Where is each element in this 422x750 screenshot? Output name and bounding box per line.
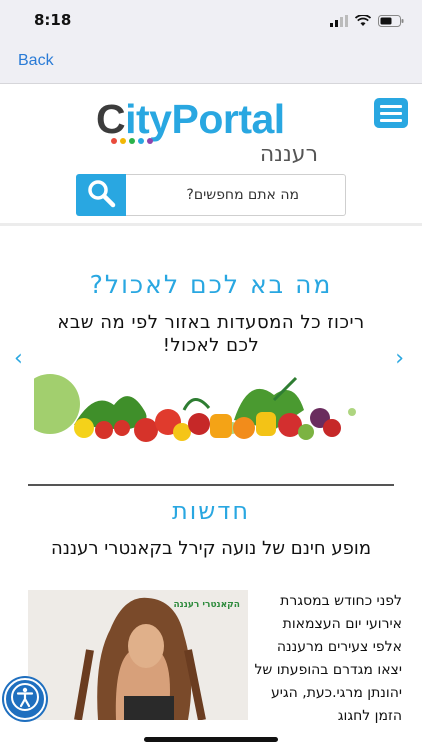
status-time: 8:18 [34,11,72,29]
logo-city-name: רעננה [259,142,318,167]
news-section-title: חדשות [171,497,251,525]
battery-icon [378,12,404,31]
search-input[interactable]: מה אתם מחפשים? [126,174,346,216]
hamburger-menu-button[interactable] [374,98,408,128]
news-body-text: לפני כחודש במסגרת אירועי יום העצמאות אלפ… [254,593,402,724]
menu-line [380,118,402,122]
status-icons [330,12,404,31]
home-indicator[interactable] [144,737,278,742]
food-carousel: מה בא לכם לאכול? ריכוז כל המסעדות באזור … [0,270,422,442]
status-bar: 8:18 [0,0,422,44]
carousel-prev-arrow-icon[interactable]: ‹ [14,346,23,371]
news-headline[interactable]: מופע חינם של נועה קירל בקאנטרי רעננה [30,537,392,561]
back-button[interactable]: Back [18,52,54,70]
news-article-image[interactable]: הקאנטרי רעננה [28,590,248,720]
food-section-title: מה בא לכם לאכול? [89,270,333,299]
logo-dots [111,138,153,144]
carousel-next-arrow-icon[interactable]: › [395,346,404,371]
cityportal-logo[interactable]: City Portal רעננה [96,98,326,167]
navigation-bar: Back [0,44,422,84]
accessibility-icon [10,682,40,716]
logo-part-1: C [96,96,126,142]
vegetables-banner-image[interactable] [34,370,384,442]
food-section-subtitle: ריכוז כל המסעדות באזור לפי מה שבא לכם לא… [57,312,365,356]
signal-icon [330,12,348,31]
menu-line [380,104,402,108]
wifi-icon [354,12,372,31]
logo-part-3: Portal [171,96,285,142]
search-button[interactable] [76,174,126,216]
section-divider [28,484,394,486]
logo-part-2: ity [125,96,172,142]
accessibility-button[interactable] [4,678,46,720]
search-icon [86,178,116,212]
site-header: City Portal רעננה מה אתם מחפשים? [0,84,422,226]
logo-wordmark: City Portal [96,98,326,140]
search-bar: מה אתם מחפשים? [76,174,346,216]
country-club-logo: הקאנטרי רעננה [173,600,240,610]
menu-line [380,111,402,115]
